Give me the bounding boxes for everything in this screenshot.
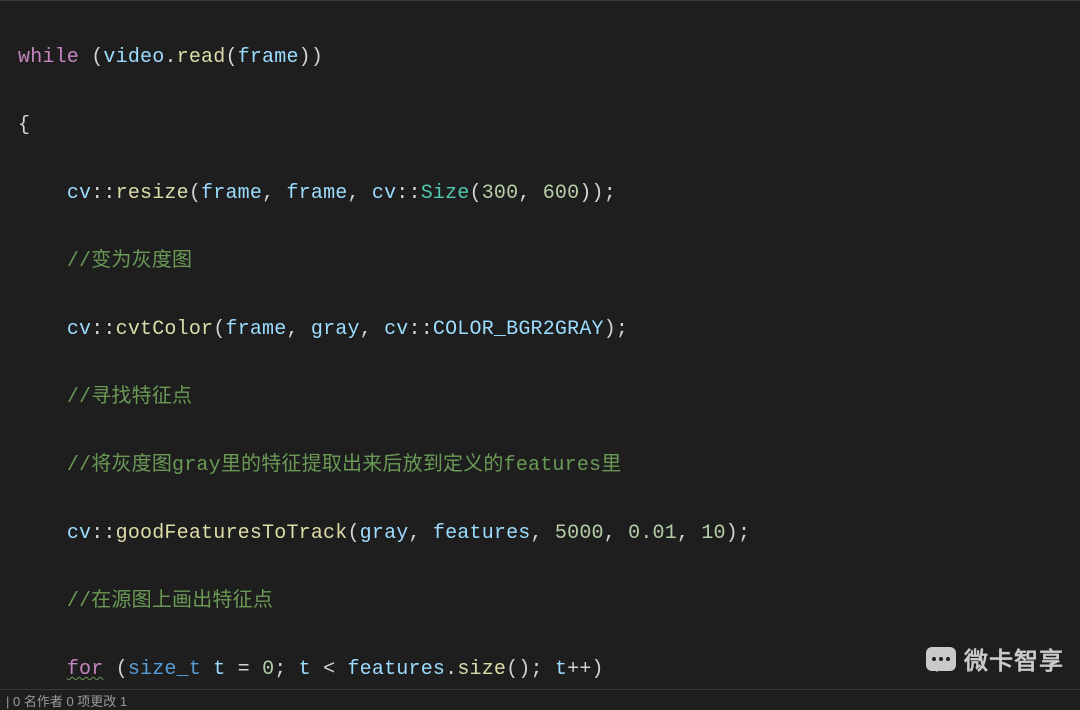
- code-line[interactable]: cv::cvtColor(frame, gray, cv::COLOR_BGR2…: [18, 313, 1080, 347]
- status-bar: | 0 名作者 0 项更改 1: [0, 689, 1080, 710]
- comment: //变为灰度图: [67, 250, 192, 273]
- code-line[interactable]: //将灰度图gray里的特征提取出来后放到定义的features里: [18, 449, 1080, 483]
- code-line[interactable]: for (size_t t = 0; t < features.size(); …: [18, 653, 1080, 687]
- watermark-text: 微卡智享: [964, 641, 1064, 676]
- code-line[interactable]: //变为灰度图: [18, 245, 1080, 279]
- code-line[interactable]: //在源图上画出特征点: [18, 585, 1080, 619]
- code-line[interactable]: while (video.read(frame)): [18, 41, 1080, 75]
- code-editor[interactable]: while (video.read(frame)) { cv::resize(f…: [0, 0, 1080, 710]
- keyword-for: for: [67, 658, 104, 681]
- watermark: 微卡智享: [926, 641, 1064, 676]
- keyword-while: while: [18, 46, 79, 69]
- status-text: | 0 名作者 0 项更改 1: [6, 691, 127, 710]
- comment: //在源图上画出特征点: [67, 590, 273, 613]
- comment: //寻找特征点: [67, 386, 192, 409]
- code-line[interactable]: //寻找特征点: [18, 381, 1080, 415]
- chat-bubble-icon: [926, 647, 956, 671]
- code-line[interactable]: cv::goodFeaturesToTrack(gray, features, …: [18, 517, 1080, 551]
- comment: //将灰度图gray里的特征提取出来后放到定义的features里: [67, 454, 622, 477]
- code-line[interactable]: cv::resize(frame, frame, cv::Size(300, 6…: [18, 177, 1080, 211]
- code-line[interactable]: {: [18, 109, 1080, 143]
